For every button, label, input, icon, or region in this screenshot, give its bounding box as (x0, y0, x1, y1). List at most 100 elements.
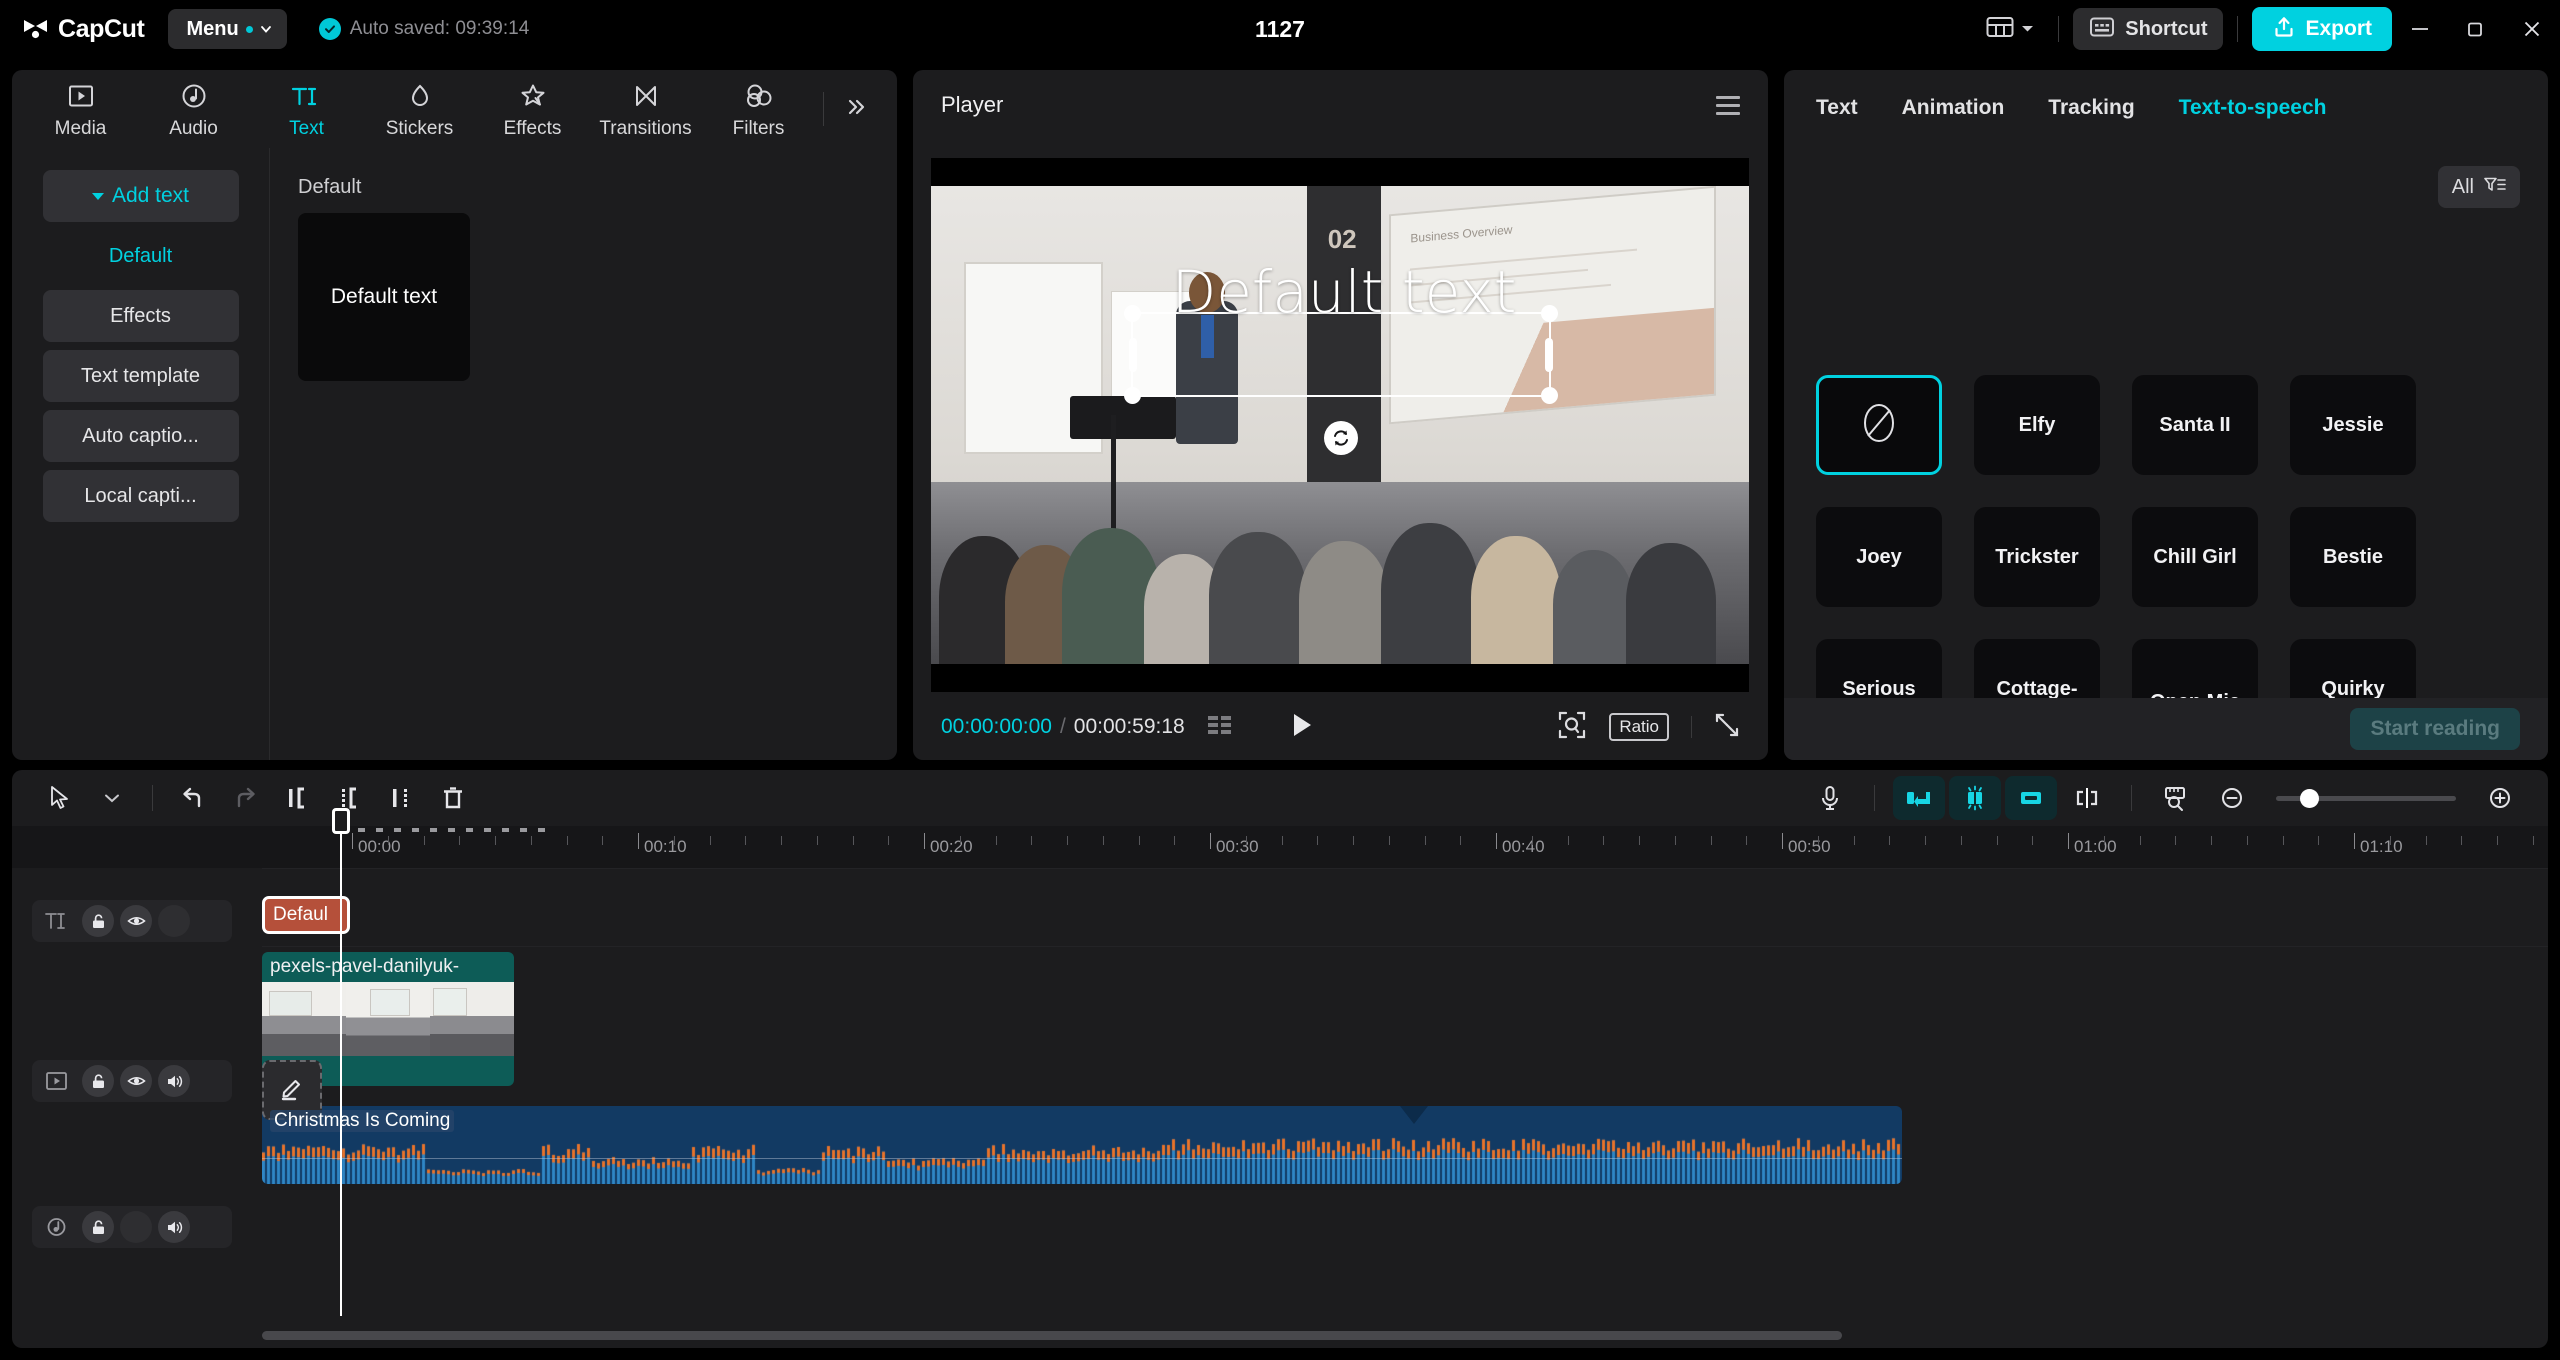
voice-option-elfy[interactable]: Elfy (1974, 375, 2100, 475)
default-text-preset-card[interactable]: Default text (298, 213, 470, 381)
minimize-button[interactable] (2392, 0, 2448, 58)
tab-animation[interactable]: Animation (1902, 96, 2005, 120)
voice-option-jessie[interactable]: Jessie (2290, 375, 2416, 475)
resize-handle-top-right[interactable] (1541, 305, 1558, 322)
sidebar-item-local-captions[interactable]: Local capti... (42, 470, 239, 522)
redo-icon[interactable] (219, 778, 271, 818)
ratio-button[interactable]: Ratio (1609, 713, 1669, 741)
timeline-ruler[interactable]: 00:00 00:10 00:20 00:30 00:40 00:50 01:00 01:10 (12, 826, 2548, 868)
scrollbar-thumb[interactable] (262, 1331, 1842, 1340)
current-timecode[interactable]: 00:00:00:00 (941, 715, 1052, 739)
menu-button[interactable]: Menu (168, 9, 287, 49)
snap-toggle[interactable] (2061, 778, 2113, 818)
fullscreen-icon[interactable] (1714, 712, 1740, 743)
ruler-tick-minor (1424, 836, 1426, 845)
eye-icon[interactable] (120, 905, 152, 937)
voice-name: Bestie (2322, 545, 2384, 568)
timeline-playhead[interactable] (332, 808, 350, 1316)
close-button[interactable] (2504, 0, 2560, 58)
tab-stickers[interactable]: Stickers (363, 70, 476, 148)
audio-clip[interactable]: Christmas Is Coming (262, 1106, 1902, 1184)
sidebar-item-auto-captions[interactable]: Auto captio... (42, 410, 239, 462)
tab-text-to-speech[interactable]: Text-to-speech (2179, 96, 2327, 120)
voice-option-chill-girl[interactable]: Chill Girl (2132, 507, 2258, 607)
voice-option-trickster[interactable]: Trickster (1974, 507, 2100, 607)
ruler-tick-minor (1853, 836, 1855, 845)
voice-option-serious[interactable]: Serious (1816, 639, 1942, 698)
voice-filter-all-button[interactable]: All (2437, 166, 2520, 208)
hamburger-menu-icon[interactable] (1716, 95, 1740, 115)
resize-handle-middle-left[interactable] (1129, 337, 1137, 372)
more-tabs-button[interactable] (832, 70, 880, 148)
select-arrow-icon[interactable] (34, 778, 86, 818)
tab-text[interactable]: Text (1816, 96, 1858, 120)
voice-option-cottage[interactable]: Cottage- (1974, 639, 2100, 698)
mirror-button[interactable] (2005, 776, 2057, 820)
volume-icon[interactable] (158, 1065, 190, 1097)
play-icon[interactable] (1289, 711, 1315, 744)
ruler-selection-dot (448, 828, 455, 832)
zoom-in-icon[interactable] (2474, 778, 2526, 818)
tab-media[interactable]: Media (24, 70, 137, 148)
resize-handle-middle-right[interactable] (1545, 337, 1553, 372)
sidebar-item-default[interactable]: Default (43, 230, 239, 282)
export-button[interactable]: Export (2252, 7, 2392, 51)
freeze-button[interactable] (1949, 776, 2001, 820)
voice-option-bestie[interactable]: Bestie (2290, 507, 2416, 607)
layout-button[interactable] (1976, 15, 2044, 44)
lock-icon[interactable] (82, 1211, 114, 1243)
sidebar-item-add-text[interactable]: Add text (42, 170, 239, 222)
ruler-zoom-icon[interactable] (2150, 778, 2202, 818)
voice-option-santa-ii[interactable]: Santa II (2132, 375, 2258, 475)
ruler-tick-major (352, 833, 353, 849)
split-icon[interactable] (271, 778, 323, 818)
zoom-out-icon[interactable] (2206, 778, 2258, 818)
select-tool-dropdown-icon[interactable] (86, 778, 138, 818)
lock-icon[interactable] (82, 1065, 114, 1097)
reverse-button[interactable] (1893, 776, 1945, 820)
timeline-horizontal-scrollbar[interactable] (262, 1331, 2534, 1340)
ruler-time-label: 01:10 (2360, 837, 2403, 856)
tab-tracking[interactable]: Tracking (2048, 96, 2134, 120)
lock-icon[interactable] (82, 905, 114, 937)
resize-handle-bottom-left[interactable] (1124, 387, 1141, 404)
microphone-icon[interactable] (1804, 778, 1856, 818)
resize-handle-bottom-right[interactable] (1541, 387, 1558, 404)
voice-option-quirky[interactable]: Quirky (2290, 639, 2416, 698)
export-label: Export (2305, 17, 2372, 40)
tab-transitions[interactable]: Transitions (589, 70, 702, 148)
tab-filters[interactable]: Filters (702, 70, 815, 148)
fit-to-screen-icon[interactable] (1557, 710, 1587, 745)
text-category-sidebar: Add text Default Effects Text template A… (12, 148, 270, 760)
trim-right-icon[interactable] (375, 778, 427, 818)
tab-effects[interactable]: Effects (476, 70, 589, 148)
volume-keyframe-marker[interactable] (1400, 1106, 1428, 1124)
undo-icon[interactable] (167, 778, 219, 818)
voice-option-joey[interactable]: Joey (1816, 507, 1942, 607)
resize-handle-top-left[interactable] (1124, 305, 1141, 322)
voice-option-none[interactable] (1816, 375, 1942, 475)
sidebar-item-text-template[interactable]: Text template (42, 350, 239, 402)
playhead-handle[interactable] (332, 808, 350, 834)
tab-text[interactable]: Text (250, 70, 363, 148)
sidebar-item-effects[interactable]: Effects (42, 290, 239, 342)
text-overlay-selection-box[interactable]: Default text (1124, 258, 1558, 455)
voice-name: Jessie (2322, 413, 2384, 436)
ruler-tick-minor (709, 836, 711, 845)
voice-option-open-mic[interactable]: Open Mic (2132, 639, 2258, 698)
video-preview[interactable]: Business Overview 02 Default text (931, 186, 1749, 664)
timeline-clips-area[interactable]: Defaul pexels-pavel-danilyuk- Christmas … (262, 868, 2548, 1314)
rotate-handle-icon[interactable] (1324, 421, 1358, 455)
zoom-slider-knob[interactable] (2300, 788, 2319, 808)
eye-icon[interactable] (120, 1065, 152, 1097)
tab-audio[interactable]: Audio (137, 70, 250, 148)
timeline-zoom-slider[interactable] (2276, 788, 2456, 808)
volume-icon[interactable] (158, 1211, 190, 1243)
shortcut-button[interactable]: Shortcut (2073, 8, 2224, 50)
timeline-panel: 00:00 00:10 00:20 00:30 00:40 00:50 01:00 01:10 (12, 770, 2548, 1348)
start-reading-button[interactable]: Start reading (2350, 708, 2520, 750)
frames-grid-icon[interactable] (1207, 713, 1233, 742)
text-clip[interactable]: Defaul (262, 896, 350, 934)
maximize-button[interactable] (2448, 0, 2504, 58)
delete-trash-icon[interactable] (427, 778, 479, 818)
